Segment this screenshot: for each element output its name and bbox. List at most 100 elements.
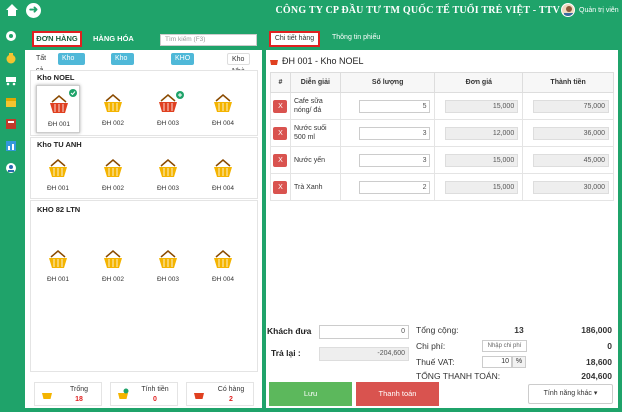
company-name: CÔNG TY CP ĐẦU TƯ TM QUỐC TẾ TUỔI TRẺ VI… xyxy=(275,5,560,16)
order-card[interactable]: ĐH 001 xyxy=(36,241,80,289)
col-description: Diễn giải xyxy=(289,72,341,93)
cost-input[interactable]: Nhập chi phí xyxy=(482,340,527,352)
quantity-input[interactable]: 2 xyxy=(358,180,431,194)
order-label: ĐH 001 xyxy=(47,121,71,128)
tab-goods[interactable]: HÀNG HÓA xyxy=(93,34,134,43)
vat-label: Thuế VAT: xyxy=(416,357,455,367)
order-card[interactable]: ĐH 004 xyxy=(201,241,245,289)
order-card[interactable]: ĐH 001 xyxy=(36,85,80,133)
order-label: ĐH 002 xyxy=(101,120,125,127)
chip-kho-tu-anh[interactable]: Kho TU ANH xyxy=(111,53,134,86)
quantity-input[interactable]: 3 xyxy=(358,153,431,167)
cost-row: Chi phí: Nhập chi phí 0 xyxy=(416,340,612,353)
order-card[interactable]: ĐH 002 xyxy=(91,150,135,198)
inventory-icon[interactable] xyxy=(5,118,17,130)
tab-item-detail[interactable]: Chi tiết hàng xyxy=(269,31,320,47)
total-row: Tổng cộng: 13 186,000 xyxy=(416,325,612,337)
chip-kho-noel[interactable]: Kho NOEL xyxy=(58,53,86,74)
basket-red-icon xyxy=(50,95,68,113)
cart-icon[interactable] xyxy=(5,74,17,86)
warehouse-section: Kho NOEL ĐH 001 ĐH 002 ĐH 003 ĐH 004 xyxy=(30,70,258,136)
remove-item-button[interactable]: X xyxy=(273,153,288,167)
unit-price: 15,000 xyxy=(445,99,519,113)
table-row: X Nước yến 3 15,000 45,000 xyxy=(270,146,614,174)
order-panel: ĐƠN HÀNG HÀNG HÓA Tìm kiếm (F3) Tất cả K… xyxy=(25,28,262,408)
warehouse-title: Kho NOEL xyxy=(37,73,75,82)
money-bag-icon[interactable] xyxy=(5,52,17,64)
basket-icon xyxy=(104,94,122,112)
box-icon[interactable] xyxy=(5,96,17,108)
total-value: 186,000 xyxy=(581,325,612,335)
search-input[interactable]: Tìm kiếm (F3) xyxy=(160,34,257,46)
more-features-button[interactable]: Tính năng khác ▾ xyxy=(528,384,613,404)
vat-rate-input[interactable]: 10 xyxy=(482,356,512,368)
home-icon[interactable] xyxy=(4,2,20,18)
chip-kho-82-ltn[interactable]: KHO 82 LTN xyxy=(171,53,195,86)
item-name: Trà Xanh xyxy=(293,183,323,191)
basket-icon xyxy=(214,250,232,268)
forward-arrow-icon[interactable]: ➜ xyxy=(26,3,41,18)
top-bar: ➜ CÔNG TY CP ĐẦU TƯ TM QUỐC TẾ TUỔI TRẺ … xyxy=(0,0,622,22)
order-card[interactable]: ĐH 002 xyxy=(91,85,135,133)
basket-icon xyxy=(104,159,122,177)
stat-has-goods[interactable]: Có hàng 2 xyxy=(186,382,254,406)
stat-value: 2 xyxy=(229,396,233,403)
order-card[interactable]: ĐH 004 xyxy=(201,85,245,133)
order-label: ĐH 001 xyxy=(46,185,70,192)
line-total: 75,000 xyxy=(533,99,609,113)
settings-icon[interactable] xyxy=(5,30,17,42)
save-button[interactable]: Lưu xyxy=(269,382,352,406)
item-name: Nước suối 500 ml xyxy=(293,125,327,141)
line-total: 30,000 xyxy=(533,180,609,194)
grand-total-value: 204,600 xyxy=(581,371,612,381)
stat-empty[interactable]: Trống 18 xyxy=(34,382,102,406)
cost-value: 0 xyxy=(607,341,612,351)
col-unit-price: Đơn giá xyxy=(434,72,524,93)
order-card[interactable]: ĐH 003 xyxy=(146,85,190,133)
col-index: # xyxy=(270,72,291,93)
order-detail-panel: Chi tiết hàng Thông tin phiếu ĐH 001 - K… xyxy=(266,28,618,408)
order-card[interactable]: ĐH 002 xyxy=(91,241,135,289)
line-total: 36,000 xyxy=(533,126,609,140)
left-tabs: ĐƠN HÀNG HÀNG HÓA Tìm kiếm (F3) xyxy=(25,28,262,50)
stat-value: 0 xyxy=(153,396,157,403)
warehouse-title: KHO 82 LTN xyxy=(37,205,81,214)
check-icon xyxy=(69,89,77,97)
stat-label: Có hàng xyxy=(217,386,245,393)
change-label: Trả lại : xyxy=(271,348,301,358)
stat-billing[interactable]: Tính tiền 0 xyxy=(110,382,178,406)
order-label: ĐH 004 xyxy=(211,185,235,192)
report-icon[interactable] xyxy=(5,140,17,152)
remove-item-button[interactable]: X xyxy=(273,180,288,194)
avatar[interactable] xyxy=(561,3,575,17)
order-label: ĐH 002 xyxy=(101,276,125,283)
tab-receipt-info[interactable]: Thông tin phiếu xyxy=(332,34,380,41)
basket-icon xyxy=(49,250,67,268)
chip-kho-nha-h[interactable]: Kho Nhà H xyxy=(227,53,250,87)
users-icon[interactable] xyxy=(5,162,17,174)
order-card[interactable]: ĐH 004 xyxy=(201,150,245,198)
user-name[interactable]: Quản trị viên xyxy=(579,7,619,14)
quantity-input[interactable]: 5 xyxy=(358,99,431,113)
stat-value: 18 xyxy=(75,396,83,403)
basket-red-icon xyxy=(270,60,278,65)
paid-input[interactable]: 0 xyxy=(319,325,409,339)
vat-row: Thuế VAT: 10 % 18,600 xyxy=(416,356,612,369)
total-label: Tổng cộng: xyxy=(416,325,459,335)
order-card[interactable]: ĐH 003 xyxy=(146,241,190,289)
tab-orders[interactable]: ĐƠN HÀNG xyxy=(32,31,82,47)
order-label: ĐH 003 xyxy=(156,120,180,127)
change-value: -204,600 xyxy=(319,347,409,361)
remove-item-button[interactable]: X xyxy=(273,126,288,140)
chip-all[interactable]: Tất cả xyxy=(32,53,51,74)
order-label: ĐH 003 xyxy=(156,276,180,283)
order-card[interactable]: ĐH 001 xyxy=(36,150,80,198)
remove-item-button[interactable]: X xyxy=(273,99,288,113)
checkout-button[interactable]: Thanh toán xyxy=(356,382,439,406)
quantity-input[interactable]: 3 xyxy=(358,126,431,140)
basket-icon xyxy=(159,250,177,268)
warehouse-title: Kho TU ANH xyxy=(37,140,82,149)
order-label: ĐH 002 xyxy=(101,185,125,192)
order-card[interactable]: ĐH 003 xyxy=(146,150,190,198)
order-label: ĐH 004 xyxy=(211,276,235,283)
